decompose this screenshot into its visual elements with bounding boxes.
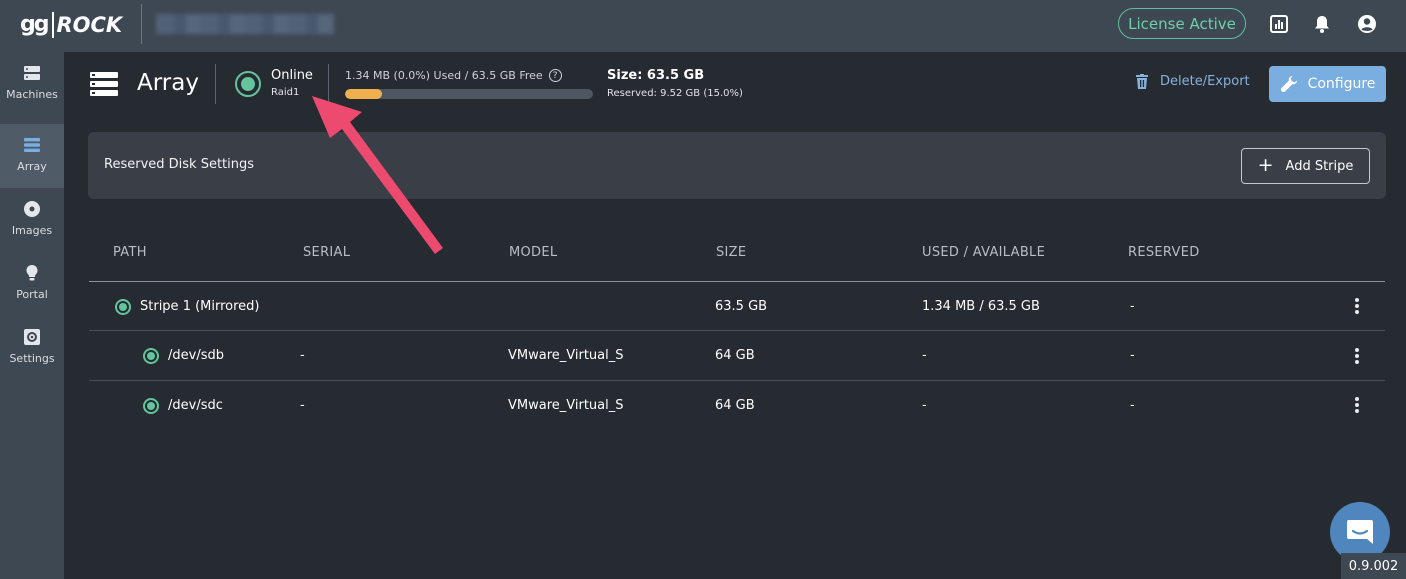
settings-icon: [24, 329, 40, 345]
more-options-icon[interactable]: [1355, 397, 1359, 413]
table-header-divider: [89, 281, 1385, 282]
usage-summary: 1.34 MB (0.0%) Used / 63.5 GB Free ?: [345, 69, 562, 82]
row-size: 63.5 GB: [715, 299, 768, 314]
sidebar-item-array[interactable]: Array: [0, 124, 64, 188]
panel-title: Reserved Disk Settings: [104, 157, 255, 172]
configure-label: Configure: [1307, 76, 1376, 92]
reserved-disk-settings-panel: Reserved Disk Settings + Add Stripe: [88, 132, 1386, 199]
usage-text: 1.34 MB (0.0%) Used / 63.5 GB Free: [345, 69, 543, 82]
more-options-icon[interactable]: [1355, 298, 1359, 314]
row-model: VMware_Virtual_S: [508, 348, 624, 363]
delete-export-label: Delete/Export: [1160, 74, 1250, 89]
logo-gg: gg: [20, 12, 49, 37]
plus-icon: +: [1257, 154, 1274, 176]
sidebar-item-label: Settings: [9, 352, 55, 365]
help-icon[interactable]: ?: [548, 69, 562, 82]
row-used-available: 1.34 MB / 63.5 GB: [922, 299, 1040, 314]
chat-icon: [1347, 520, 1373, 544]
row-divider: [89, 330, 1385, 331]
header-divider: [215, 64, 216, 104]
sidebar-item-label: Portal: [16, 288, 48, 301]
sidebar-item-images[interactable]: Images: [0, 188, 64, 252]
row-reserved: -: [1130, 398, 1135, 413]
page-header: Array Online Raid1 1.34 MB (0.0%) Used /…: [64, 52, 1406, 116]
topbar-divider: [141, 4, 142, 44]
license-status-button[interactable]: License Active: [1118, 8, 1246, 39]
logo-rock: ROCK: [56, 13, 123, 37]
account-icon[interactable]: [1357, 14, 1377, 34]
online-status-icon: [143, 398, 159, 414]
page-title: Array: [137, 70, 199, 96]
online-status-icon: [235, 71, 261, 97]
column-header-path[interactable]: PATH: [113, 245, 147, 260]
column-header-size[interactable]: SIZE: [716, 245, 746, 260]
row-size: 64 GB: [715, 398, 755, 413]
column-header-used-available[interactable]: USED / AVAILABLE: [922, 245, 1045, 260]
add-stripe-button[interactable]: + Add Stripe: [1241, 148, 1370, 184]
row-model: VMware_Virtual_S: [508, 398, 624, 413]
add-stripe-label: Add Stripe: [1285, 158, 1354, 174]
app-logo[interactable]: gg ROCK: [20, 11, 122, 39]
sidebar-item-label: Array: [17, 160, 47, 173]
annotation-arrow: [312, 96, 443, 254]
server-icon: [24, 66, 40, 80]
row-path: Stripe 1 (Mirrored): [140, 299, 260, 314]
row-serial: -: [300, 398, 305, 413]
stats-icon[interactable]: [1269, 14, 1289, 34]
sidebar-item-portal[interactable]: Portal: [0, 252, 64, 316]
bell-icon[interactable]: [1312, 14, 1332, 34]
row-reserved: -: [1130, 299, 1135, 314]
array-reserved: Reserved: 9.52 GB (15.0%): [607, 88, 743, 99]
top-bar: gg ROCK License Active: [0, 0, 1406, 52]
row-serial: -: [300, 348, 305, 363]
row-reserved: -: [1130, 348, 1135, 363]
row-used-available: -: [922, 348, 927, 363]
more-options-icon[interactable]: [1355, 348, 1359, 364]
redacted-hostname: [156, 14, 334, 34]
row-size: 64 GB: [715, 348, 755, 363]
array-size: Size: 63.5 GB: [607, 68, 705, 83]
online-status-icon: [115, 299, 131, 315]
array-icon: [24, 138, 40, 152]
sidebar-item-label: Machines: [6, 88, 58, 101]
sidebar-item-label: Images: [11, 224, 53, 237]
online-status-icon: [143, 348, 159, 364]
array-icon: [90, 72, 118, 96]
array-status: Online: [271, 68, 313, 83]
logo-separator: [51, 12, 54, 38]
row-path: /dev/sdc: [168, 398, 223, 413]
configure-button[interactable]: Configure: [1269, 66, 1386, 102]
row-divider: [89, 380, 1385, 381]
disc-icon: [24, 201, 40, 217]
sidebar-item-settings[interactable]: Settings: [0, 316, 64, 380]
trash-icon: [1136, 74, 1148, 89]
sidebar: Machines Array Images Portal Settings: [0, 52, 64, 579]
sidebar-item-machines[interactable]: Machines: [0, 52, 64, 116]
lightbulb-icon: [26, 265, 38, 281]
column-header-model[interactable]: MODEL: [509, 245, 557, 260]
raid-level: Raid1: [271, 87, 300, 98]
wrench-icon: [1280, 76, 1297, 93]
delete-export-button[interactable]: Delete/Export: [1136, 74, 1250, 89]
row-path: /dev/sdb: [168, 348, 224, 363]
row-used-available: -: [922, 398, 927, 413]
version-label: 0.9.002: [1341, 553, 1406, 579]
column-header-reserved[interactable]: RESERVED: [1128, 245, 1200, 260]
